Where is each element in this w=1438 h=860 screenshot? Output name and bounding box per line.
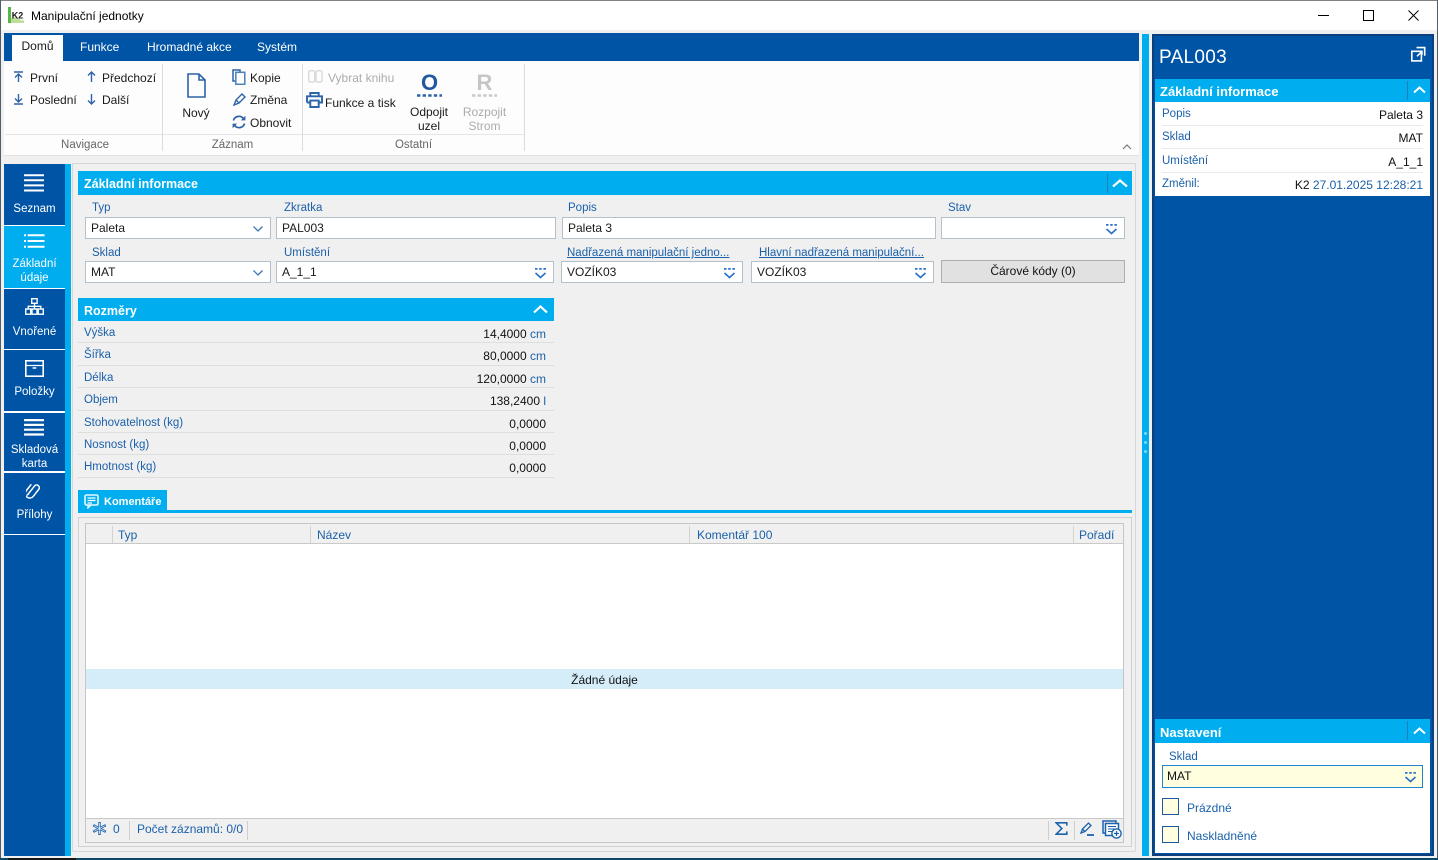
svg-text:K2: K2 xyxy=(12,11,24,21)
